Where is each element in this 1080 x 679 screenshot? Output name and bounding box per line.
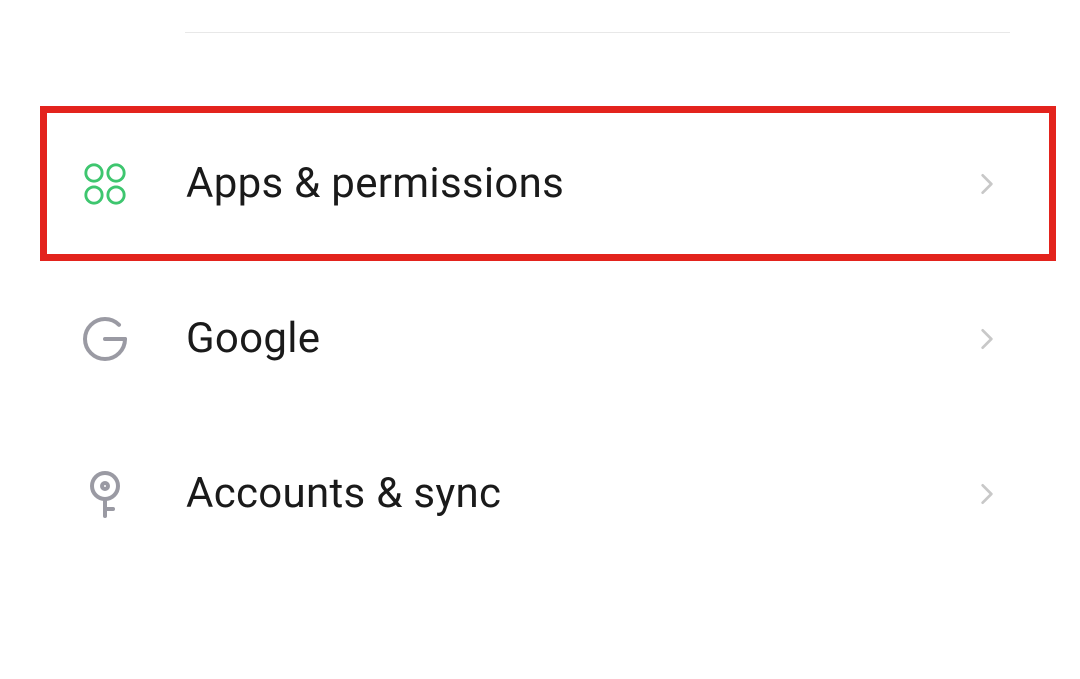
section-divider [185, 32, 1010, 33]
chevron-right-icon [974, 326, 1000, 352]
key-icon [80, 469, 130, 519]
settings-item-label: Google [186, 314, 974, 363]
settings-item-label: Accounts & sync [186, 469, 974, 518]
apps-icon [80, 159, 130, 209]
chevron-right-icon [974, 481, 1000, 507]
chevron-right-icon [974, 171, 1000, 197]
settings-list: Apps & permissions Google [0, 106, 1080, 571]
settings-item-label: Apps & permissions [186, 159, 974, 208]
settings-item-accounts-sync[interactable]: Accounts & sync [0, 416, 1080, 571]
settings-item-google[interactable]: Google [0, 261, 1080, 416]
google-icon [80, 314, 130, 364]
settings-item-apps-permissions[interactable]: Apps & permissions [40, 106, 1056, 261]
